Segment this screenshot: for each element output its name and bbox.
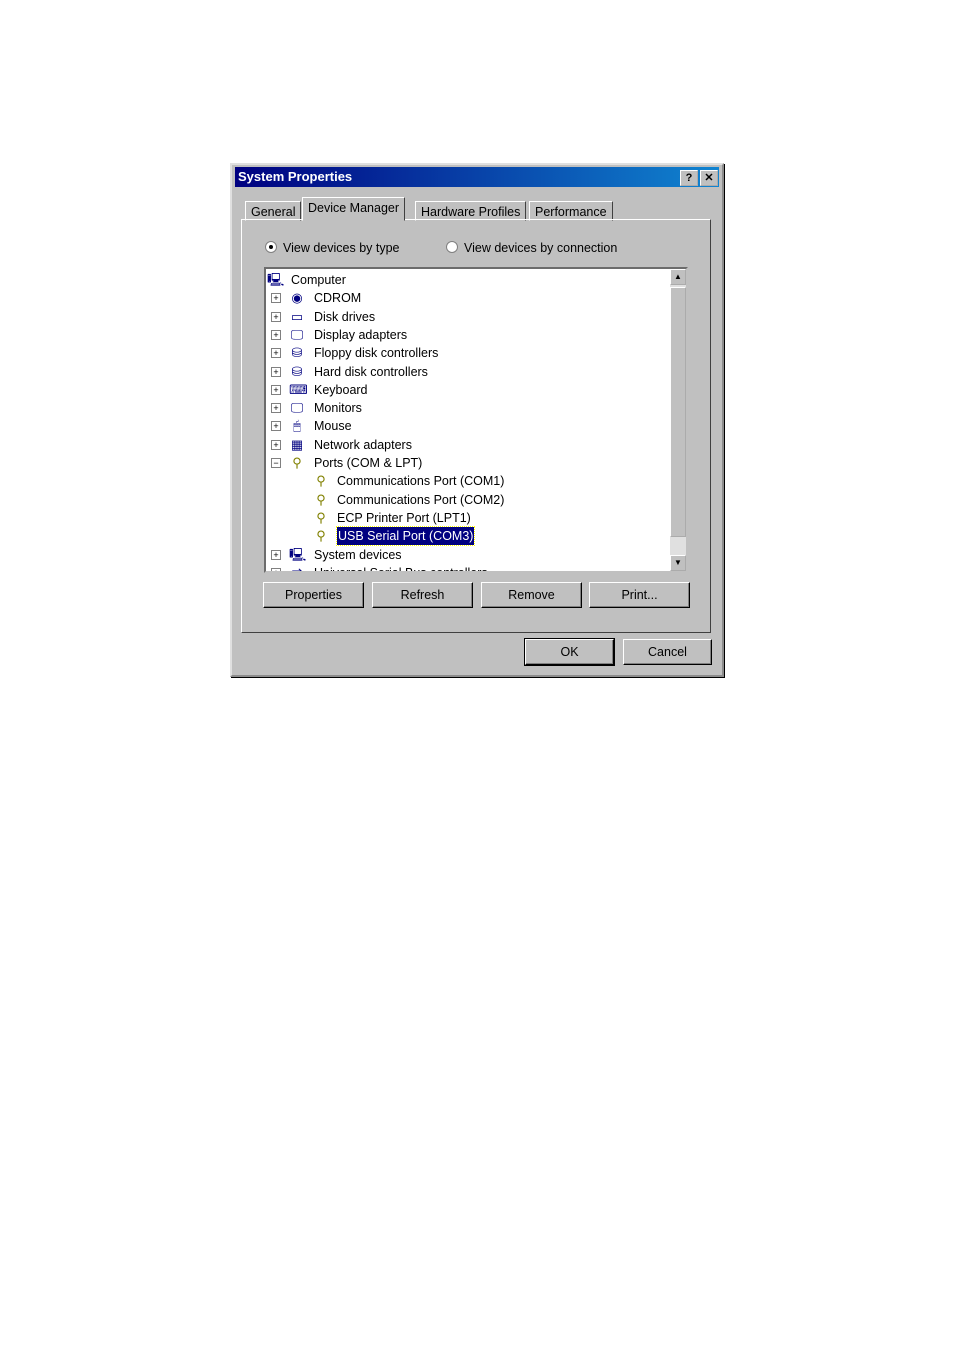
- tab-device-manager[interactable]: Device Manager: [302, 197, 406, 221]
- tree-item-label: Universal Serial Bus controllers: [314, 565, 488, 573]
- tree-item[interactable]: ⚲ ECP Printer Port (LPT1): [266, 509, 666, 527]
- disk-drive-icon: ▭: [290, 308, 304, 324]
- tree-item-label: USB Serial Port (COM3): [335, 526, 476, 547]
- tree-item-label: Display adapters: [314, 327, 408, 342]
- tree-item-label: Network adapters: [314, 437, 412, 452]
- port-icon: ⚲: [316, 528, 326, 544]
- tree-item[interactable]: + 🖳 System devices: [266, 546, 666, 564]
- mouse-icon: 🖱: [293, 418, 301, 434]
- tree-item[interactable]: ⚲ Communications Port (COM1): [266, 472, 666, 490]
- expand-icon[interactable]: +: [271, 549, 281, 560]
- tree-item[interactable]: + 🖵 Monitors: [266, 399, 666, 417]
- tree-item[interactable]: + ⛁ Hard disk controllers: [266, 363, 666, 381]
- tree-item[interactable]: + ⇄ Universal Serial Bus controllers: [266, 564, 666, 573]
- monitor-icon: 🖵: [290, 400, 304, 416]
- system-properties-dialog: System Properties ? ✕ General Device Man…: [230, 163, 724, 677]
- hard-disk-controller-icon: ⛁: [291, 363, 303, 379]
- title-bar: System Properties ? ✕: [235, 167, 719, 187]
- expand-icon[interactable]: +: [271, 311, 281, 322]
- computer-icon: 🖳: [267, 272, 285, 287]
- usb-icon: ⇄: [291, 564, 303, 573]
- tree-item-label: Communications Port (COM1): [337, 474, 505, 489]
- port-icon: ⚲: [292, 455, 302, 470]
- tree-item-label: ECP Printer Port (LPT1): [337, 510, 471, 525]
- tree-item-label: Communications Port (COM2): [337, 492, 505, 507]
- port-icon: ⚲: [316, 473, 326, 489]
- expand-icon[interactable]: +: [271, 567, 281, 571]
- cdrom-icon: ◉: [291, 290, 303, 306]
- tree-item[interactable]: + ◉ CDROM: [266, 289, 666, 307]
- radio-unselected-icon: [446, 241, 458, 253]
- expand-icon[interactable]: +: [271, 329, 281, 340]
- tree-item[interactable]: ⚲ USB Serial Port (COM3): [266, 526, 666, 547]
- tree-item-label: Floppy disk controllers: [314, 346, 439, 361]
- tree-item[interactable]: + ▦ Network adapters: [266, 436, 666, 454]
- tree-item-label: System devices: [314, 547, 402, 562]
- system-devices-icon: 🖳: [289, 546, 307, 562]
- properties-button[interactable]: Properties: [263, 582, 364, 608]
- expand-icon[interactable]: +: [271, 403, 281, 414]
- tree-item[interactable]: ⚲ Communications Port (COM2): [266, 491, 666, 509]
- tree-item-label: Computer: [291, 273, 346, 287]
- scroll-down-button[interactable]: ▼: [670, 555, 686, 571]
- display-adapter-icon: 🖵: [290, 326, 304, 342]
- radio-view-by-connection[interactable]: View devices by connection: [446, 241, 617, 255]
- tab-hardware-profiles[interactable]: Hardware Profiles: [415, 201, 527, 221]
- tree-item-label: Monitors: [314, 401, 362, 416]
- tree-item-label: Ports (COM & LPT): [314, 456, 423, 470]
- vertical-scrollbar[interactable]: ▲ ▼: [670, 269, 686, 571]
- print-button[interactable]: Print...: [589, 582, 690, 608]
- device-tree[interactable]: + ⇄ Universal Serial Bus controllers + 🖳 Syst…: [264, 267, 688, 573]
- tree-item-label: Keyboard: [314, 382, 368, 397]
- expand-icon[interactable]: +: [271, 421, 281, 432]
- remove-button[interactable]: Remove: [481, 582, 582, 608]
- tree-item[interactable]: + ⛁ Floppy disk controllers: [266, 344, 666, 362]
- radio-label: View devices by type: [283, 241, 400, 255]
- expand-icon[interactable]: +: [271, 293, 281, 304]
- tree-item-label: Mouse: [314, 419, 352, 434]
- tree-item-label: Hard disk controllers: [314, 364, 428, 379]
- tree-item-label: Disk drives: [314, 309, 376, 324]
- network-adapter-icon: ▦: [290, 436, 304, 452]
- expand-icon[interactable]: +: [271, 384, 281, 395]
- expand-icon[interactable]: +: [271, 439, 281, 450]
- tree-item[interactable]: + ⌨ Keyboard: [266, 381, 666, 399]
- tree-item[interactable]: + ▭ Disk drives: [266, 308, 666, 326]
- tree-item-label: CDROM: [314, 291, 362, 306]
- tree-item[interactable]: − ⚲ Ports (COM & LPT): [266, 454, 666, 472]
- tab-performance[interactable]: Performance: [529, 201, 613, 221]
- expand-icon[interactable]: +: [271, 348, 281, 359]
- scroll-up-button[interactable]: ▲: [670, 269, 686, 285]
- cancel-button[interactable]: Cancel: [623, 639, 712, 665]
- port-icon: ⚲: [316, 509, 326, 525]
- window-title: System Properties: [238, 169, 353, 184]
- radio-selected-icon: [265, 241, 277, 253]
- ok-button[interactable]: OK: [524, 638, 615, 666]
- keyboard-icon: ⌨: [289, 381, 308, 397]
- scroll-thumb[interactable]: [670, 287, 686, 537]
- expand-icon[interactable]: +: [271, 366, 281, 377]
- tree-item[interactable]: + 🖵 Display adapters: [266, 326, 666, 344]
- radio-view-by-type[interactable]: View devices by type: [265, 241, 400, 255]
- tree-item[interactable]: 🖳 Computer: [266, 271, 666, 289]
- close-button[interactable]: ✕: [700, 170, 718, 186]
- floppy-controller-icon: ⛁: [291, 345, 303, 361]
- collapse-icon[interactable]: −: [271, 458, 281, 468]
- radio-label: View devices by connection: [464, 241, 618, 255]
- port-icon: ⚲: [316, 491, 326, 507]
- help-button[interactable]: ?: [680, 170, 698, 186]
- tab-general[interactable]: General: [245, 201, 302, 221]
- tree-item[interactable]: + 🖱 Mouse: [266, 417, 666, 435]
- refresh-button[interactable]: Refresh: [372, 582, 473, 608]
